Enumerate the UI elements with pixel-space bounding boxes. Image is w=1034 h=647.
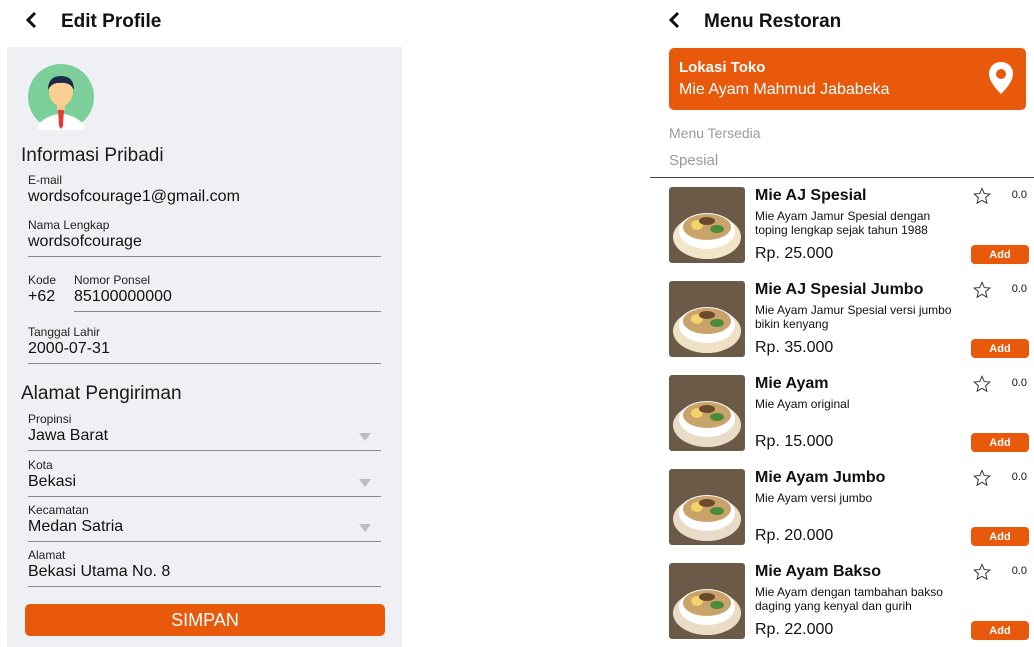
email-label: E-mail [28, 173, 63, 187]
food-photo [669, 469, 745, 545]
add-button[interactable]: Add [971, 433, 1029, 452]
dropdown-arrow-icon[interactable] [359, 524, 371, 532]
province-label: Propinsi [28, 412, 72, 426]
menu-item-name: Mie AJ Spesial Jumbo [755, 281, 924, 298]
phone-code: Kode +62 [28, 274, 68, 307]
save-button[interactable]: SIMPAN [25, 604, 385, 636]
phone-number-value[interactable]: 85100000000 [74, 287, 381, 307]
city-label: Kota [28, 458, 53, 472]
add-button[interactable]: Add [971, 621, 1029, 640]
full-name-label: Nama Lengkap [28, 218, 110, 232]
phone-number[interactable]: Nomor Ponsel 85100000000 [74, 274, 381, 312]
menu-item[interactable]: Mie AJ Spesial Jumbo Mie Ayam Jamur Spesi… [669, 281, 1029, 361]
field-underline [28, 586, 381, 587]
menu-item[interactable]: Mie Ayam Jumbo Mie Ayam versi jumbo Rp. 20… [669, 469, 1029, 549]
menu-item[interactable]: Mie Ayam Mie Ayam original Rp. 15.000 0.0 Ad… [669, 375, 1029, 455]
star-icon[interactable] [973, 187, 991, 205]
add-button[interactable]: Add [971, 527, 1029, 546]
menu-item-price: Rp. 22.000 [755, 621, 834, 638]
menu-header: Menu Restoran [668, 10, 841, 34]
edit-profile-header: Edit Profile [25, 10, 161, 34]
menu-item-name: Mie Ayam Jumbo [755, 469, 886, 486]
city-value[interactable]: Bekasi [28, 472, 381, 492]
menu-item-description: Mie Ayam Jamur Spesial dengan toping len… [755, 209, 931, 237]
city-select[interactable]: Kota Bekasi [28, 459, 381, 497]
menu-item-description: Mie Ayam versi jumbo [755, 491, 873, 505]
menu-item-rating: 0.0 [1011, 471, 1027, 483]
page-title: Menu Restoran [704, 11, 842, 32]
star-icon[interactable] [973, 281, 991, 299]
page-title: Edit Profile [61, 11, 162, 32]
district-select[interactable]: Kecamatan Medan Satria [28, 504, 381, 542]
store-location-label: Lokasi Toko [679, 59, 766, 76]
menu-item[interactable]: Mie AJ Spesial Mie Ayam Jamur Spesial den… [669, 187, 1029, 267]
phone-code-label: Kode [28, 273, 57, 287]
phone-code-value: +62 [28, 288, 56, 305]
profile-form-panel: Informasi Pribadi E-mail wordsofcourage1… [7, 47, 402, 647]
menu-item-rating: 0.0 [1011, 283, 1027, 295]
field-underline [28, 363, 381, 364]
section-personal-info: Informasi Pribadi [21, 145, 164, 166]
divider [650, 177, 1034, 178]
menu-item-name: Mie AJ Spesial [755, 187, 867, 204]
store-location-name: Mie Ayam Mahmud Jababeka [679, 81, 890, 98]
birth-date-value[interactable]: 2000-07-31 [28, 339, 381, 359]
menu-item-description: Mie Ayam original [755, 397, 850, 411]
birth-date-field[interactable]: Tanggal Lahir 2000-07-31 [28, 326, 381, 364]
district-value[interactable]: Medan Satria [28, 517, 381, 537]
edit-profile-screen: Edit Profile Informasi Pribadi E-mail wo… [0, 0, 410, 647]
menu-item-description: Mie Ayam dengan tambahan bakso daging ya… [755, 585, 943, 613]
birth-date-label: Tanggal Lahir [28, 325, 101, 339]
field-underline [74, 311, 381, 312]
add-button[interactable]: Add [971, 245, 1029, 264]
province-select[interactable]: Propinsi Jawa Barat [28, 413, 381, 451]
full-name-field[interactable]: Nama Lengkap wordsofcourage [28, 219, 381, 257]
store-location-card[interactable]: Lokasi Toko Mie Ayam Mahmud Jababeka [669, 48, 1026, 110]
menu-item-price: Rp. 20.000 [755, 527, 834, 544]
back-chevron-icon[interactable] [668, 11, 690, 33]
province-value[interactable]: Jawa Barat [28, 426, 381, 446]
star-icon[interactable] [973, 469, 991, 487]
phone-field[interactable]: Kode +62 Nomor Ponsel 85100000000 [28, 274, 381, 314]
field-underline [28, 541, 381, 542]
dropdown-arrow-icon[interactable] [359, 433, 371, 441]
email-field[interactable]: E-mail wordsofcourage1@gmail.com [28, 174, 381, 207]
map-pin-icon[interactable] [988, 61, 1014, 95]
food-photo [669, 281, 745, 357]
phone-number-label: Nomor Ponsel [74, 273, 151, 287]
dropdown-arrow-icon[interactable] [359, 479, 371, 487]
menu-item-name: Mie Ayam Bakso [755, 563, 881, 580]
menu-item-name: Mie Ayam [755, 375, 829, 392]
star-icon[interactable] [973, 375, 991, 393]
menu-available-label: Menu Tersedia [669, 125, 761, 141]
menu-item-rating: 0.0 [1011, 189, 1027, 201]
menu-item-description: Mie Ayam Jamur Spesial versi jumbo bikin… [755, 303, 952, 331]
field-underline [28, 496, 381, 497]
food-photo [669, 375, 745, 451]
food-photo [669, 563, 745, 639]
full-name-value[interactable]: wordsofcourage [28, 232, 381, 252]
menu-screen: Menu Restoran Lokasi Toko Mie Ayam Mahmu… [650, 0, 1034, 647]
menu-category-tab[interactable]: Spesial [669, 152, 718, 169]
avatar[interactable] [28, 64, 94, 130]
add-button[interactable]: Add [971, 339, 1029, 358]
menu-item-price: Rp. 35.000 [755, 339, 834, 356]
address-label: Alamat [28, 548, 66, 562]
email-value[interactable]: wordsofcourage1@gmail.com [28, 187, 381, 207]
address-field[interactable]: Alamat Bekasi Utama No. 8 [28, 549, 381, 587]
food-photo [669, 187, 745, 263]
district-label: Kecamatan [28, 503, 89, 517]
menu-item-price: Rp. 15.000 [755, 433, 834, 450]
star-icon[interactable] [973, 563, 991, 581]
menu-item-price: Rp. 25.000 [755, 245, 834, 262]
address-value[interactable]: Bekasi Utama No. 8 [28, 562, 381, 582]
field-underline [28, 450, 381, 451]
menu-item-rating: 0.0 [1011, 565, 1027, 577]
menu-item[interactable]: Mie Ayam Bakso Mie Ayam dengan tambahan b… [669, 563, 1029, 643]
section-shipping-address: Alamat Pengiriman [21, 383, 182, 404]
field-underline [28, 256, 381, 257]
back-chevron-icon[interactable] [25, 11, 47, 33]
menu-item-rating: 0.0 [1011, 377, 1027, 389]
